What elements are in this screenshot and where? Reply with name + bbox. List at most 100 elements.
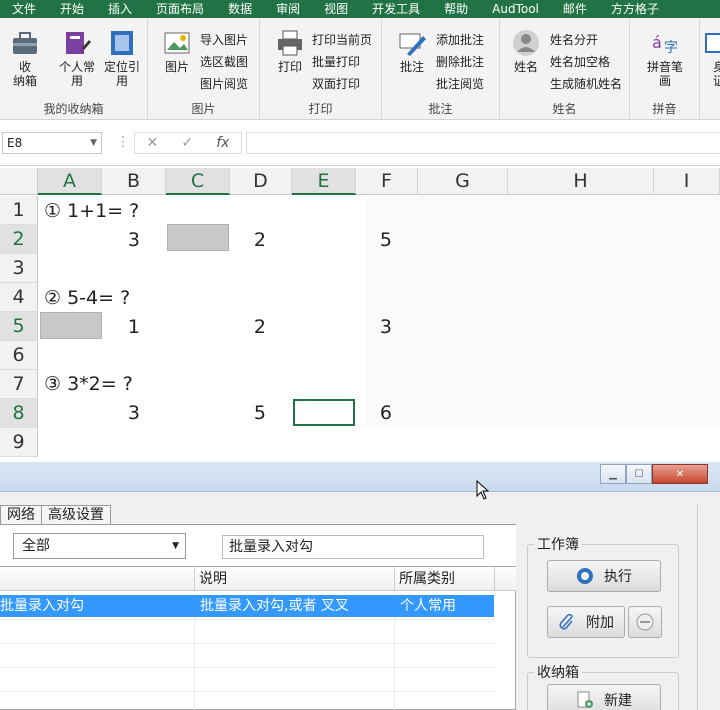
remove-button[interactable]	[628, 606, 662, 638]
cell-D8[interactable]: 5	[230, 399, 266, 428]
collect-box-button[interactable]: 收 纳箱	[6, 28, 44, 88]
row-header[interactable]: 6	[0, 341, 38, 370]
picture-button[interactable]: 图片	[158, 28, 196, 74]
ribbon-tab[interactable]: 数据	[216, 0, 264, 18]
list-item[interactable]: 批量录入对勾 批量录入对勾,或者 叉叉 个人常用	[0, 595, 494, 617]
confirm-icon[interactable]: ✓	[181, 135, 193, 151]
name-split-button[interactable]: 姓名分开	[550, 30, 598, 50]
ribbon-tab[interactable]: 视图	[312, 0, 360, 18]
dialog-title-bar[interactable]: ▁ ☐ ✕	[0, 462, 720, 492]
cell-A1[interactable]: ① 1+1= ?	[44, 197, 139, 226]
cell-A4[interactable]: ② 5-4= ?	[44, 284, 130, 313]
select-all-corner[interactable]	[0, 168, 38, 195]
ribbon-tab[interactable]: 文件	[0, 0, 48, 18]
ribbon-tab[interactable]: 开始	[48, 0, 96, 18]
list-header-name[interactable]	[0, 567, 195, 591]
box-legend: 收纳箱	[534, 662, 582, 682]
column-header[interactable]: B	[102, 168, 166, 195]
row-header[interactable]: 9	[0, 428, 38, 457]
column-header[interactable]: H	[508, 168, 654, 195]
minimize-icon[interactable]: ▁	[600, 464, 626, 484]
cell-F8[interactable]: 6	[356, 399, 392, 428]
column-header[interactable]: I	[654, 168, 720, 195]
id-card-icon	[705, 33, 720, 53]
chevron-down-icon[interactable]: ▼	[90, 133, 97, 153]
dialog-scrollbar[interactable]	[697, 505, 709, 710]
pinyin-stroke-button[interactable]: á字 拼音笔 画	[642, 28, 688, 88]
import-picture-button[interactable]: 导入图片	[200, 30, 248, 50]
group-label-print: 打印	[308, 102, 333, 116]
column-header[interactable]: F	[356, 168, 418, 195]
cell-B2[interactable]: 3	[104, 226, 140, 255]
row-header[interactable]: 3	[0, 254, 38, 283]
ribbon-tab[interactable]: AudTool	[480, 0, 551, 18]
row-header[interactable]: 1	[0, 196, 38, 225]
ribbon-tab[interactable]: 帮助	[432, 0, 480, 18]
ribbon-tab[interactable]: 插入	[96, 0, 144, 18]
duplex-print-button[interactable]: 双面打印	[312, 74, 360, 94]
ribbon-tab[interactable]: 审阅	[264, 0, 312, 18]
new-button[interactable]: 新建	[547, 684, 661, 710]
column-header[interactable]: D	[230, 168, 292, 195]
close-icon[interactable]: ✕	[652, 464, 708, 484]
add-comment-button[interactable]: 添加批注	[436, 30, 484, 50]
print-current-page-label: 打印当前页	[312, 33, 373, 47]
drag-handle-icon[interactable]: ⋮	[116, 134, 130, 150]
selected-cell-E8[interactable]	[293, 399, 355, 426]
picture-browse-button[interactable]: 图片阅览	[200, 74, 248, 94]
name-add-space-button[interactable]: 姓名加空格	[550, 52, 610, 72]
column-header[interactable]: C	[166, 168, 230, 195]
personal-common-label: 个人常 用	[58, 60, 95, 88]
random-name-button[interactable]: 生成随机姓名	[550, 74, 622, 94]
ribbon-tab[interactable]: 开发工具	[360, 0, 432, 18]
cell-F5[interactable]: 3	[356, 313, 392, 342]
row-header[interactable]: 4	[0, 283, 38, 312]
excel-window: 文件 开始 插入 页面布局 数据 审阅 视图 开发工具 帮助 AudTool 邮件 方方格子 收 纳箱…	[0, 0, 720, 710]
column-header[interactable]: G	[418, 168, 508, 195]
name-box[interactable]: E8 ▼	[2, 132, 102, 154]
delete-comment-button[interactable]: 删除批注	[436, 52, 484, 72]
id-card-button[interactable]: 身 证	[704, 28, 720, 88]
locate-reference-button[interactable]: 定位引 用	[100, 28, 144, 88]
search-input[interactable]: 批量录入对勾	[222, 535, 484, 559]
print-current-page-button[interactable]: 打印当前页	[312, 30, 372, 50]
formula-bar: E8 ▼ ⋮ ✕ ✓ fx	[0, 120, 720, 166]
cancel-icon[interactable]: ✕	[147, 135, 159, 151]
fx-icon[interactable]: fx	[216, 135, 229, 151]
shaded-cell-C2[interactable]	[167, 224, 229, 251]
cell-F2[interactable]: 5	[356, 226, 392, 255]
print-button[interactable]: 打印	[272, 28, 308, 74]
dialog-tab[interactable]: 高级设置	[41, 505, 111, 525]
category-select[interactable]: 全部 ▼	[13, 533, 186, 559]
cell-D2[interactable]: 2	[230, 226, 266, 255]
cell-B5[interactable]: 1	[104, 313, 140, 342]
dialog-tab[interactable]: 网络	[0, 505, 42, 525]
new-document-icon	[577, 691, 593, 708]
formula-input[interactable]	[246, 132, 720, 154]
batch-print-button[interactable]: 批量打印	[312, 52, 360, 72]
personal-common-button[interactable]: 个人常 用	[54, 28, 100, 88]
execute-button[interactable]: 执行	[547, 560, 661, 592]
svg-text:字: 字	[664, 40, 678, 56]
list-header-desc[interactable]: 说明	[195, 567, 395, 591]
comment-browse-button[interactable]: 批注阅览	[436, 74, 484, 94]
ribbon-tab[interactable]: 邮件	[551, 0, 599, 18]
comment-button[interactable]: 批注	[394, 28, 430, 74]
region-screenshot-button[interactable]: 选区截图	[200, 52, 248, 72]
ribbon-tab[interactable]: 页面布局	[144, 0, 216, 18]
column-header[interactable]: E	[292, 168, 356, 195]
row-header[interactable]: 2	[0, 225, 38, 254]
cell-B8[interactable]: 3	[104, 399, 140, 428]
row-header[interactable]: 5	[0, 312, 38, 341]
list-header-category[interactable]: 所属类别	[395, 567, 495, 591]
maximize-icon[interactable]: ☐	[626, 464, 652, 484]
name-button[interactable]: 姓名	[508, 28, 544, 74]
ribbon-tab[interactable]: 方方格子	[599, 0, 671, 18]
row-header[interactable]: 8	[0, 399, 38, 428]
shaded-cell-A5[interactable]	[40, 312, 102, 339]
column-header[interactable]: A	[38, 168, 102, 195]
cell-D5[interactable]: 2	[230, 313, 266, 342]
attach-button[interactable]: 附加	[547, 606, 625, 638]
row-header[interactable]: 7	[0, 370, 38, 399]
cell-A7[interactable]: ③ 3*2= ?	[44, 370, 133, 399]
